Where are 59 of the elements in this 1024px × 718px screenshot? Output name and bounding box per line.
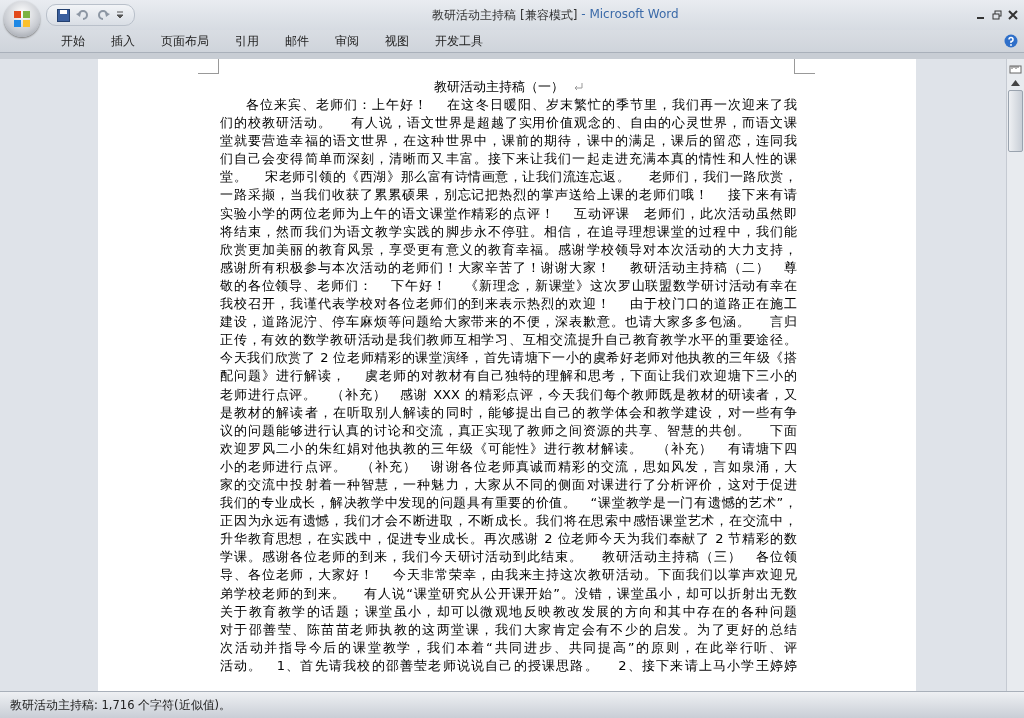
- document-title: 教研活动主持稿 [兼容模式]: [432, 6, 578, 24]
- margin-corner-mark: [198, 59, 219, 74]
- body-text-line: 活动。 1、首先请我校的邵善莹老师说说自己的授课思路。 2、接下来请上马小学王婷婷: [220, 656, 797, 675]
- heading-text: 教研活动主持稿（一）: [434, 78, 564, 96]
- body-text-line: 关于教育教学的话题；课堂虽小，却可以微观地反映教改发展的方向和其中存在的各种问题: [220, 602, 797, 621]
- body-text-line: 各位来宾、老师们：上午好！ 在这冬日暖阳、岁末繁忙的季节里，我们再一次迎来了我: [245, 96, 797, 114]
- body-text-line: 次活动并指导今后的课堂教学，我们本着“共同进步、共同提高”的原则，在此举行听、评: [220, 638, 797, 657]
- ribbon-tab[interactable]: 开发工具: [422, 30, 496, 52]
- body-text-line: 学课。感谢各位老师的到来，我们今天研讨活动到此结束。 教研活动主持稿（三） 各位领: [220, 548, 797, 567]
- body-text-line: 堂。 宋老师引领的《西湖》那么富有诗情画意，让我们流连忘返。 老师们，我们一路欣赏，: [220, 168, 797, 187]
- margin-corner-mark: [794, 59, 815, 74]
- body-text-line: 导、各位老师，大家好！ 今天非常荣幸，由我来主持这次教研活动。下面我们以掌声欢迎兄: [220, 566, 797, 585]
- body-text-line: 配问题》进行解读， 虞老师的对教材有自己独特的理解和思考，下面让我们欢迎塘下三小的: [220, 367, 797, 386]
- body-text-line: 对于邵善莹、陈苗苗老师执教的这两堂课，我们大家肯定会有不少的启发。为了更好的总结: [220, 620, 797, 639]
- office-logo-icon: [12, 9, 32, 29]
- body-text-line: 家的交流中投射着一种智慧，一种魅力，大家从不同的侧面对课进行了分析评价，这对于促进: [220, 475, 797, 494]
- redo-icon[interactable]: [96, 9, 110, 21]
- body-text-line: 们自己会变得简单而深刻，清晰而又丰富。接下来让我们一起走进充满本真的情性和人性的课: [220, 150, 797, 169]
- scroll-up-icon[interactable]: [1011, 80, 1020, 86]
- body-text-line: 堂就要营造幸福的语文世界，在这种世界中，课前的期待，课中的满足，课后的留恋，连同我: [220, 132, 797, 151]
- body-text-line: 老师进行点评。 （补充） 感谢 XXX 的精彩点评，今天我们每个教师既是教材的研读者，又: [220, 385, 797, 404]
- body-text-line: 是教材的解读者，在听取别人解读的同时，能够提出自己的教学体会和教学建设，对一些有争: [220, 403, 797, 422]
- body-text-line: 正传，有效的数学教研活动是我们教师互相学习、互相交流提升自己教育教学水平的重要途径。: [220, 331, 797, 350]
- ribbon-tab[interactable]: 开始: [48, 30, 98, 52]
- body-text-line: 敬的各位领导、老师们： 下午好！ 《新理念，新课堂》这次罗山联盟数学研讨活动有幸在: [220, 276, 797, 295]
- body-text-line: 小的老师进行点评。 （补充） 谢谢各位老师真诚而精彩的交流，思如风发，言如泉涌，大: [220, 457, 797, 476]
- ribbon-tab[interactable]: 引用: [222, 30, 272, 52]
- undo-icon[interactable]: [76, 9, 90, 21]
- save-icon[interactable]: [57, 8, 70, 22]
- customize-dropdown-icon[interactable]: [116, 11, 124, 19]
- close-icon[interactable]: [1008, 10, 1018, 20]
- body-text-line: 将结束，然而我们为语文教学实践的脚步永不停驻。相信，在追寻理想课堂的过程中，我们能: [220, 222, 797, 241]
- body-text-line: 建设，道路泥泞、停车麻烦等问题给大家带来的不便，深表歉意。也请大家多多包涵。 言归: [220, 313, 797, 332]
- body-text-line: 弟学校老师的到来。 有人说“课堂研究从公开课开始”。没错，课堂虽小，却可以折射出无数: [220, 584, 797, 603]
- body-text-line: 升华教育思想，在实践中，促进专业成长。再次感谢 2 位老师今天为我们奉献了 2 节精彩的数: [220, 530, 797, 549]
- restore-icon[interactable]: [992, 10, 1002, 20]
- body-text-line: 欢迎罗风二小的朱红娟对他执教的三年级《可能性》进行教材解读。 （补充） 有请塘下四: [220, 439, 797, 458]
- status-text: 教研活动主持稿: 1,716 个字符(近似值)。: [10, 697, 232, 713]
- body-text-line: 欣赏更加美丽的教育风景，享受更有意义的教育幸福。感谢学校领导对本次活动的大力支持，: [220, 240, 797, 259]
- body-text-line: 我校召开，我谨代表学校对各位老师们的到来表示热烈的欢迎！ 由于校门口的道路正在施工: [220, 295, 797, 314]
- body-text-line: 今天我们欣赏了 2 位老师精彩的课堂演绎，首先请塘下一小的虞希好老师对他执教的三年级《搭: [220, 349, 797, 368]
- body-text-line: 感谢所有积极参与本次活动的老师们！大家辛苦了！谢谢大家！ 教研活动主持稿（二） 尊: [220, 258, 797, 277]
- ribbon-tab[interactable]: 插入: [98, 30, 148, 52]
- body-text-line: 议的问题能够进行认真的讨论和交流，真正实现了教师之间资源的共享、智慧的共创。 下面: [220, 421, 797, 440]
- ribbon-tab[interactable]: 页面布局: [148, 30, 222, 52]
- ribbon-tab[interactable]: 视图: [372, 30, 422, 52]
- app-name: - Microsoft Word: [580, 6, 679, 23]
- body-text-line: 实验小学的两位老师为上午的语文课堂作精彩的点评！ 互动评课 老师们，此次活动虽然即: [220, 204, 797, 223]
- ribbon-tab[interactable]: 审阅: [322, 30, 372, 52]
- body-text-line: 正因为永远有遗憾，我们才会不断进取，不断成长。我们将在思索中感悟课堂艺术，在交流中，: [220, 512, 797, 531]
- body-text-line: 我们的专业成长，解决教学中发现的问题具有重要的价值。 “课堂教学是一门有遗憾的艺术”，: [220, 494, 797, 513]
- ribbon-tab[interactable]: 邮件: [272, 30, 322, 52]
- body-text-line: 一路采撷，当我们收获了累累硕果，别忘记把热烈的掌声送给上课的老师们哦！ 接下来有请: [220, 186, 797, 205]
- ruler-icon[interactable]: [1009, 63, 1022, 76]
- body-text-line: 们的校教研活动。 有人说，语文世界是超越了实用价值观念的、自由的心灵世界，而语文课: [220, 114, 797, 133]
- scrollbar-thumb[interactable]: [1008, 90, 1023, 152]
- office-button[interactable]: [4, 1, 40, 37]
- help-icon[interactable]: [1004, 34, 1018, 48]
- paragraph-mark-icon: [574, 83, 583, 91]
